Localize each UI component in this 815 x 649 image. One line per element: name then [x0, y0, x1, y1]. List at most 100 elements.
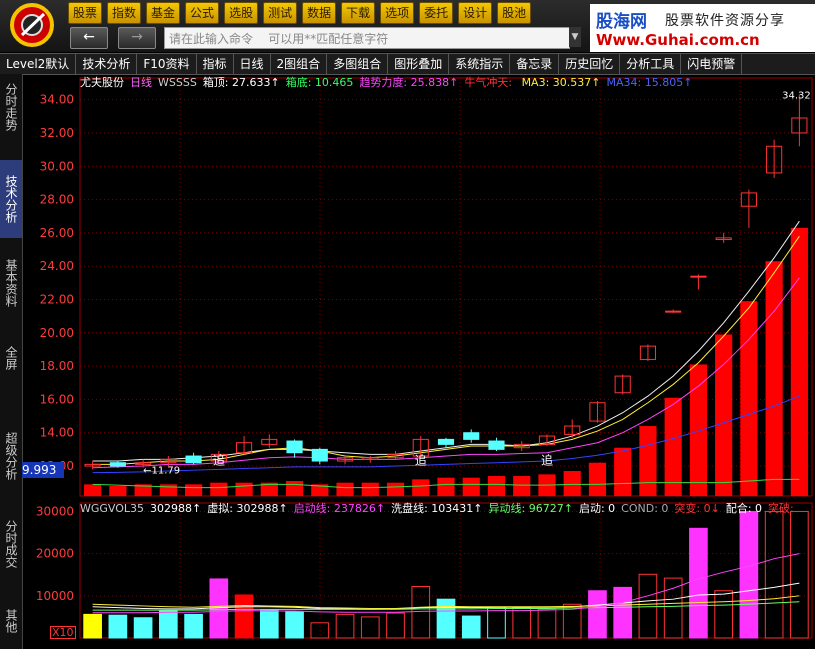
- toolbar-item-4[interactable]: 日线: [234, 54, 271, 74]
- toolbar-item-0[interactable]: Level2默认: [0, 54, 77, 74]
- vol_legend-item: 302988↑: [150, 502, 201, 515]
- trend-bar: [588, 462, 607, 496]
- menu-item-11[interactable]: 股池: [497, 2, 532, 24]
- toolbar-item-5[interactable]: 2图组合: [271, 54, 328, 74]
- brand-name: 股海网: [596, 12, 647, 32]
- volume-bar: [436, 598, 456, 639]
- vol_legend-item: 洗盘线: 103431↑: [391, 501, 482, 515]
- menu-item-10[interactable]: 设计: [458, 2, 493, 24]
- left-tab-6[interactable]: 其他: [0, 594, 22, 648]
- main_legend-item: 尤夫股份: [80, 76, 124, 89]
- command-input[interactable]: [165, 30, 569, 48]
- toolbar-item-8[interactable]: 系统指示: [449, 54, 511, 74]
- volume-bar: [613, 586, 633, 639]
- y-tick-label: 32.00: [40, 126, 74, 140]
- vol_legend-item: WGGVOL35: [80, 502, 144, 515]
- candle-body: [463, 432, 480, 440]
- candle-body: [665, 310, 682, 313]
- y-tick-label: 22.00: [40, 292, 74, 306]
- y-tick-label: 18.00: [40, 359, 74, 373]
- main_legend-row: 尤夫股份 日线 WSSSS 箱顶: 27.633↑ 箱底: 10.465 趋势力度: 25…: [80, 75, 692, 89]
- volume-bar: [360, 616, 380, 639]
- menu-item-4[interactable]: 选股: [224, 2, 259, 24]
- trend-bar: [639, 426, 657, 496]
- volume-bar: [461, 615, 481, 639]
- volume-bar: [739, 510, 759, 639]
- trend-bar: [109, 486, 127, 496]
- menu-item-1[interactable]: 指数: [107, 2, 142, 24]
- volume-bar: [159, 610, 178, 639]
- toolbar-item-6[interactable]: 多图组合: [327, 54, 389, 74]
- toolbar-item-10[interactable]: 历史回忆: [559, 54, 621, 74]
- left-tab-4[interactable]: 超级分析: [0, 414, 22, 498]
- trend-bar: [84, 484, 102, 496]
- toolbar-item-11[interactable]: 分析工具: [620, 54, 682, 74]
- zhui-marker: 追: [541, 452, 553, 467]
- main_legend-item: 箱底: 10.465: [286, 75, 354, 89]
- y-tick-label: 30.00: [40, 159, 74, 173]
- trend-bar: [462, 477, 480, 496]
- volume-bar: [663, 577, 683, 639]
- back-button[interactable]: ←: [70, 27, 108, 49]
- vol_legend-row: WGGVOL35 302988↑ 虚拟: 302988↑ 启动线: 237826↑ 洗盘…: [80, 501, 794, 515]
- trend-bar: [790, 227, 808, 496]
- left-tab-2[interactable]: 基本资料: [0, 244, 22, 322]
- menu-item-6[interactable]: 数据: [302, 2, 337, 24]
- candle-body: [109, 462, 126, 467]
- menu-item-5[interactable]: 测试: [263, 2, 298, 24]
- chevron-down-icon[interactable]: ▼: [569, 27, 581, 47]
- volume-tick-label: 20000: [36, 547, 74, 561]
- volume-bar: [790, 510, 809, 639]
- toolbar-item-1[interactable]: 技术分析: [76, 54, 138, 74]
- menu-item-3[interactable]: 公式: [185, 2, 220, 24]
- chart-area: 34.00 32.00 30.00 28.00 26.00 24.00 22.00 20.00…: [36, 75, 813, 639]
- candle-body: [311, 448, 328, 462]
- brand-url: Www.Guhai.com.cn: [596, 31, 760, 49]
- trend-bar: [210, 482, 228, 496]
- y-tick-label: 24.00: [40, 259, 74, 273]
- menu-item-2[interactable]: 基金: [146, 2, 181, 24]
- menu-item-7[interactable]: 下载: [341, 2, 376, 24]
- main_legend-item: 箱顶: 27.633↑: [203, 75, 280, 89]
- vol_legend-item: 启动: 0: [579, 502, 615, 515]
- trend-bar: [614, 447, 632, 496]
- trend-bar: [361, 482, 379, 496]
- volume-bar: [512, 607, 532, 639]
- toolbar-item-9[interactable]: 备忘录: [510, 54, 560, 74]
- zhui-marker: 追: [213, 452, 225, 467]
- vol_legend-item: 虚拟: 302988↑: [207, 501, 287, 515]
- y-tick-label: 14.00: [40, 426, 74, 440]
- left-tab-5[interactable]: 分时成交: [0, 502, 22, 586]
- left-tab-3[interactable]: 全屏: [0, 336, 22, 380]
- left-tab-1[interactable]: 技术分析: [0, 160, 22, 238]
- menu-item-8[interactable]: 选项: [380, 2, 415, 24]
- volume-bar: [537, 608, 557, 639]
- volume-bar: [108, 614, 128, 639]
- toolbar-item-7[interactable]: 图形叠加: [388, 54, 450, 74]
- toolbar-item-2[interactable]: F10资料: [137, 54, 197, 74]
- trend-bar: [185, 484, 203, 496]
- candle-body: [185, 455, 202, 464]
- volume-bar: [259, 609, 279, 639]
- toolbar-item-3[interactable]: 指标: [197, 54, 234, 74]
- trend-bar: [412, 479, 430, 496]
- candle-body: [690, 275, 707, 278]
- left-tab-0[interactable]: 分时走势: [0, 78, 22, 136]
- toolbar-item-12[interactable]: 闪电预警: [681, 54, 743, 74]
- menu-item-9[interactable]: 委托: [419, 2, 454, 24]
- brand-slogan: 股票软件资源分享: [665, 13, 785, 29]
- trend-bar: [437, 477, 455, 496]
- trend-bar: [159, 484, 177, 496]
- volume-tick-label: 30000: [36, 504, 74, 518]
- y-tick-label: 28.00: [40, 193, 74, 207]
- volume-bar: [386, 612, 405, 639]
- vol_legend-item: 突破:: [768, 501, 794, 515]
- volume-bar: [335, 613, 355, 639]
- menu-item-0[interactable]: 股票: [68, 2, 103, 24]
- trend-bar: [487, 476, 506, 496]
- high-price-annotation: 34.32: [782, 90, 811, 101]
- volume-bar: [764, 510, 784, 639]
- forward-button[interactable]: →: [118, 27, 156, 49]
- vol_legend-item: 启动线: 237826↑: [294, 501, 385, 515]
- main-menu: 股票 指数 基金 公式 选股 测试 数据 下载 选项 委托 设计 股池: [68, 2, 532, 24]
